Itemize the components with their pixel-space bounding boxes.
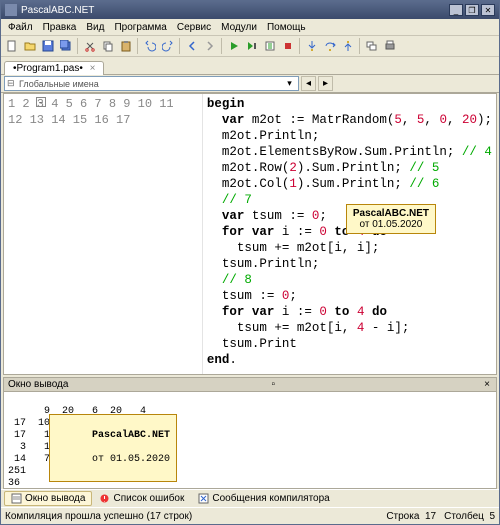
- paste-button[interactable]: [117, 38, 134, 55]
- app-title: PascalABC.NET: [21, 5, 94, 16]
- windows-button[interactable]: [363, 38, 380, 55]
- maximize-button[interactable]: ❐: [465, 4, 479, 16]
- minimize-button[interactable]: _: [449, 4, 463, 16]
- btab-label-2: Список ошибок: [113, 493, 184, 504]
- line-gutter: 1 2 3 4 5 6 7 8 9 10 11 12 13 14 15 16 1…: [4, 94, 203, 374]
- symbol-next-button[interactable]: ▸: [318, 76, 333, 91]
- app-icon: [5, 4, 17, 16]
- redo-button[interactable]: [159, 38, 176, 55]
- run-button[interactable]: [225, 38, 242, 55]
- output-pin-icon[interactable]: ▫: [272, 379, 276, 390]
- errors-icon: [99, 493, 110, 504]
- step-over-button[interactable]: [321, 38, 338, 55]
- code-editor[interactable]: 1 2 3 4 5 6 7 8 9 10 11 12 13 14 15 16 1…: [3, 93, 497, 375]
- menu-program[interactable]: Программа: [109, 21, 171, 34]
- cursor-line: Строка 17: [386, 511, 436, 522]
- menubar: Файл Правка Вид Программа Сервис Модули …: [1, 19, 499, 36]
- step-into-button[interactable]: [303, 38, 320, 55]
- menu-file[interactable]: Файл: [3, 21, 38, 34]
- badge-line1: PascalABC.NET: [353, 208, 429, 219]
- close-button[interactable]: ✕: [481, 4, 495, 16]
- compiler-icon: [198, 493, 209, 504]
- bottom-tab-strip: Окно вывода Список ошибок Сообщения комп…: [1, 489, 499, 507]
- save-button[interactable]: [39, 38, 56, 55]
- tab-dirty-marker-2: •: [79, 63, 83, 74]
- title-bar: PascalABC.NET _ ❐ ✕: [1, 1, 499, 19]
- toolbar: [1, 36, 499, 57]
- copy-button[interactable]: [99, 38, 116, 55]
- output-panel[interactable]: 9 20 6 20 4 17 10 15 16 0 17 1 9 8 1 3 1…: [3, 391, 497, 489]
- menu-help[interactable]: Помощь: [262, 21, 311, 34]
- status-bar: Компиляция прошла успешно (17 строк) Стр…: [1, 507, 499, 524]
- bottom-tab-output[interactable]: Окно вывода: [4, 491, 92, 506]
- tab-label: Program1.pas: [17, 63, 80, 74]
- editor-tab-strip: •Program1.pas• ×: [1, 57, 499, 75]
- combo-text: Глобальные имена: [19, 79, 99, 89]
- menu-view[interactable]: Вид: [81, 21, 109, 34]
- nav-forward-button[interactable]: [201, 38, 218, 55]
- nav-back-button[interactable]: [183, 38, 200, 55]
- btab-label-3: Сообщения компилятора: [212, 493, 329, 504]
- output-close-icon[interactable]: ×: [482, 379, 492, 390]
- print-button[interactable]: [381, 38, 398, 55]
- menu-service[interactable]: Сервис: [172, 21, 216, 34]
- cursor-column: Столбец 5: [444, 511, 495, 522]
- btab-label-1: Окно вывода: [25, 493, 85, 504]
- bottom-tab-compiler[interactable]: Сообщения компилятора: [191, 491, 336, 506]
- open-button[interactable]: [21, 38, 38, 55]
- badge-line1-out: PascalABC.NET: [92, 430, 170, 441]
- symbol-combo[interactable]: Глобальные имена ▾: [4, 76, 299, 91]
- bottom-tab-errors[interactable]: Список ошибок: [92, 491, 191, 506]
- badge-line2: от 01.05.2020: [360, 219, 423, 230]
- save-all-button[interactable]: [57, 38, 74, 55]
- step-out-button[interactable]: [339, 38, 356, 55]
- output-title-bar: Окно вывода ▫ ×: [3, 377, 497, 391]
- symbol-prev-button[interactable]: ◂: [301, 76, 316, 91]
- undo-button[interactable]: [141, 38, 158, 55]
- output-icon: [11, 493, 22, 504]
- cut-button[interactable]: [81, 38, 98, 55]
- chevron-down-icon: ▾: [283, 78, 296, 89]
- badge-line2-out: от 01.05.2020: [92, 454, 170, 465]
- symbol-nav-row: Глобальные имена ▾ ◂ ▸: [1, 75, 499, 93]
- editor-tab[interactable]: •Program1.pas• ×: [4, 61, 104, 75]
- fold-toggle[interactable]: −: [36, 97, 46, 107]
- new-file-button[interactable]: [3, 38, 20, 55]
- app-window: PascalABC.NET _ ❐ ✕ Файл Правка Вид Прог…: [0, 0, 500, 525]
- tab-close-icon[interactable]: ×: [90, 63, 96, 74]
- watermark-badge: PascalABC.NET от 01.05.2020: [346, 204, 436, 234]
- stop-button[interactable]: [279, 38, 296, 55]
- menu-edit[interactable]: Правка: [38, 21, 82, 34]
- run-noargs-button[interactable]: [243, 38, 260, 55]
- code-content[interactable]: begin var m2ot := MatrRandom(5, 5, 0, 20…: [203, 94, 496, 374]
- compile-button[interactable]: [261, 38, 278, 55]
- menu-modules[interactable]: Модули: [216, 21, 262, 34]
- compile-status: Компиляция прошла успешно (17 строк): [5, 511, 192, 522]
- output-title-text: Окно вывода: [8, 379, 68, 390]
- watermark-badge-output: PascalABC.NET от 01.05.2020: [49, 414, 177, 482]
